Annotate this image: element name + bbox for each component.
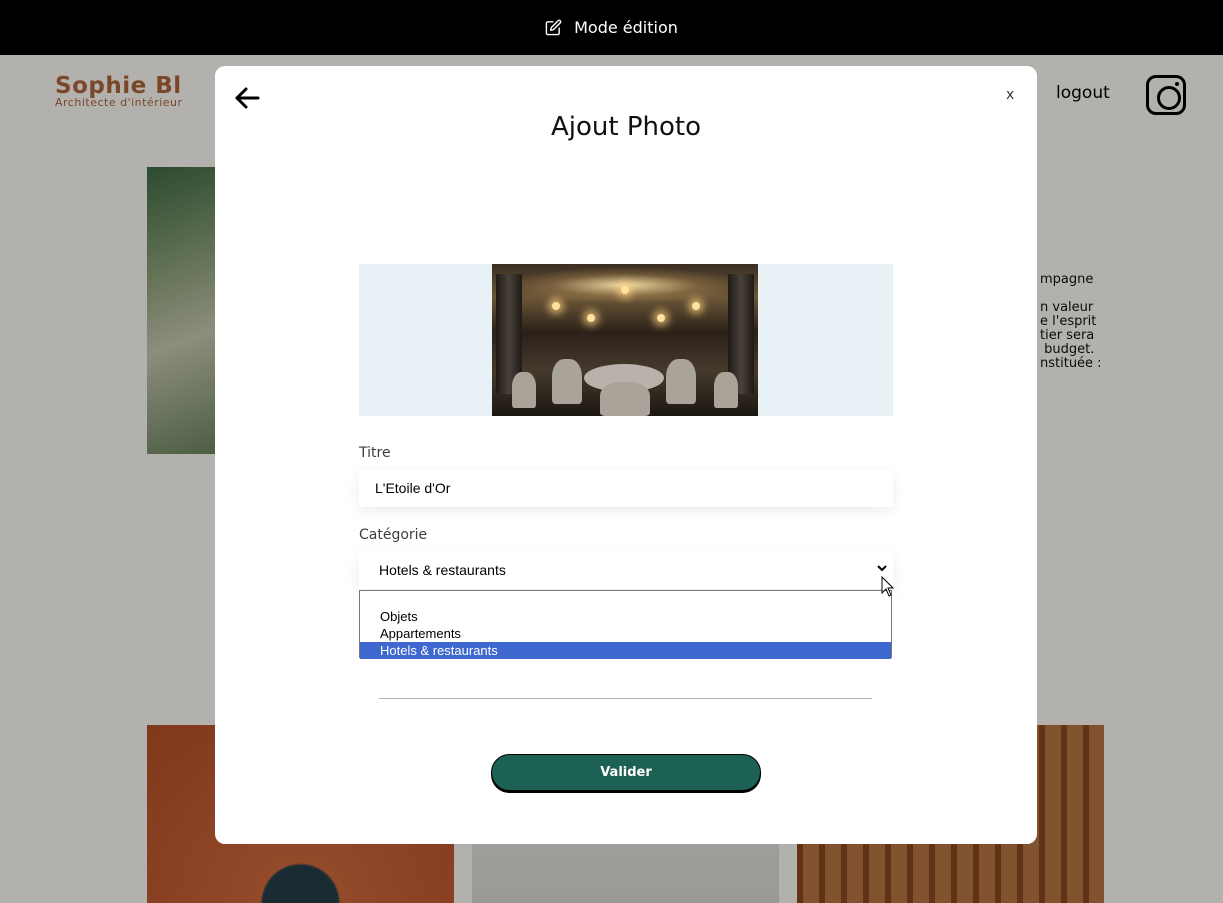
submit-button[interactable]: Valider (491, 754, 761, 791)
dropdown-option-selected[interactable]: Hotels & restaurants (360, 642, 891, 659)
divider (379, 698, 872, 699)
dropdown-option[interactable]: Appartements (360, 625, 891, 642)
edit-mode-bar: Mode édition (0, 0, 1223, 55)
dropdown-option[interactable]: Objets (360, 608, 891, 625)
title-label: Titre (359, 445, 391, 461)
title-input[interactable]: L'Etoile d'Or (359, 470, 893, 507)
category-label: Catégorie (359, 527, 428, 543)
photo-preview (492, 264, 758, 416)
photo-upload-zone[interactable] (359, 264, 893, 416)
add-photo-modal: x Ajout Photo Titre L'Etoile d'Or Catégo… (215, 66, 1037, 844)
category-selected-value: Hotels & restaurants (379, 562, 506, 578)
chevron-down-icon (877, 565, 887, 572)
category-select[interactable]: Hotels & restaurants (359, 551, 893, 589)
category-dropdown-list[interactable]: Objets Appartements Hotels & restaurants (359, 590, 892, 659)
modal-title: Ajout Photo (550, 112, 702, 142)
pen-square-icon (545, 19, 562, 36)
close-button[interactable]: x (1006, 87, 1014, 103)
arrow-left-icon[interactable] (234, 86, 260, 110)
edit-mode-label: Mode édition (574, 18, 678, 37)
mouse-cursor-icon (881, 576, 895, 597)
